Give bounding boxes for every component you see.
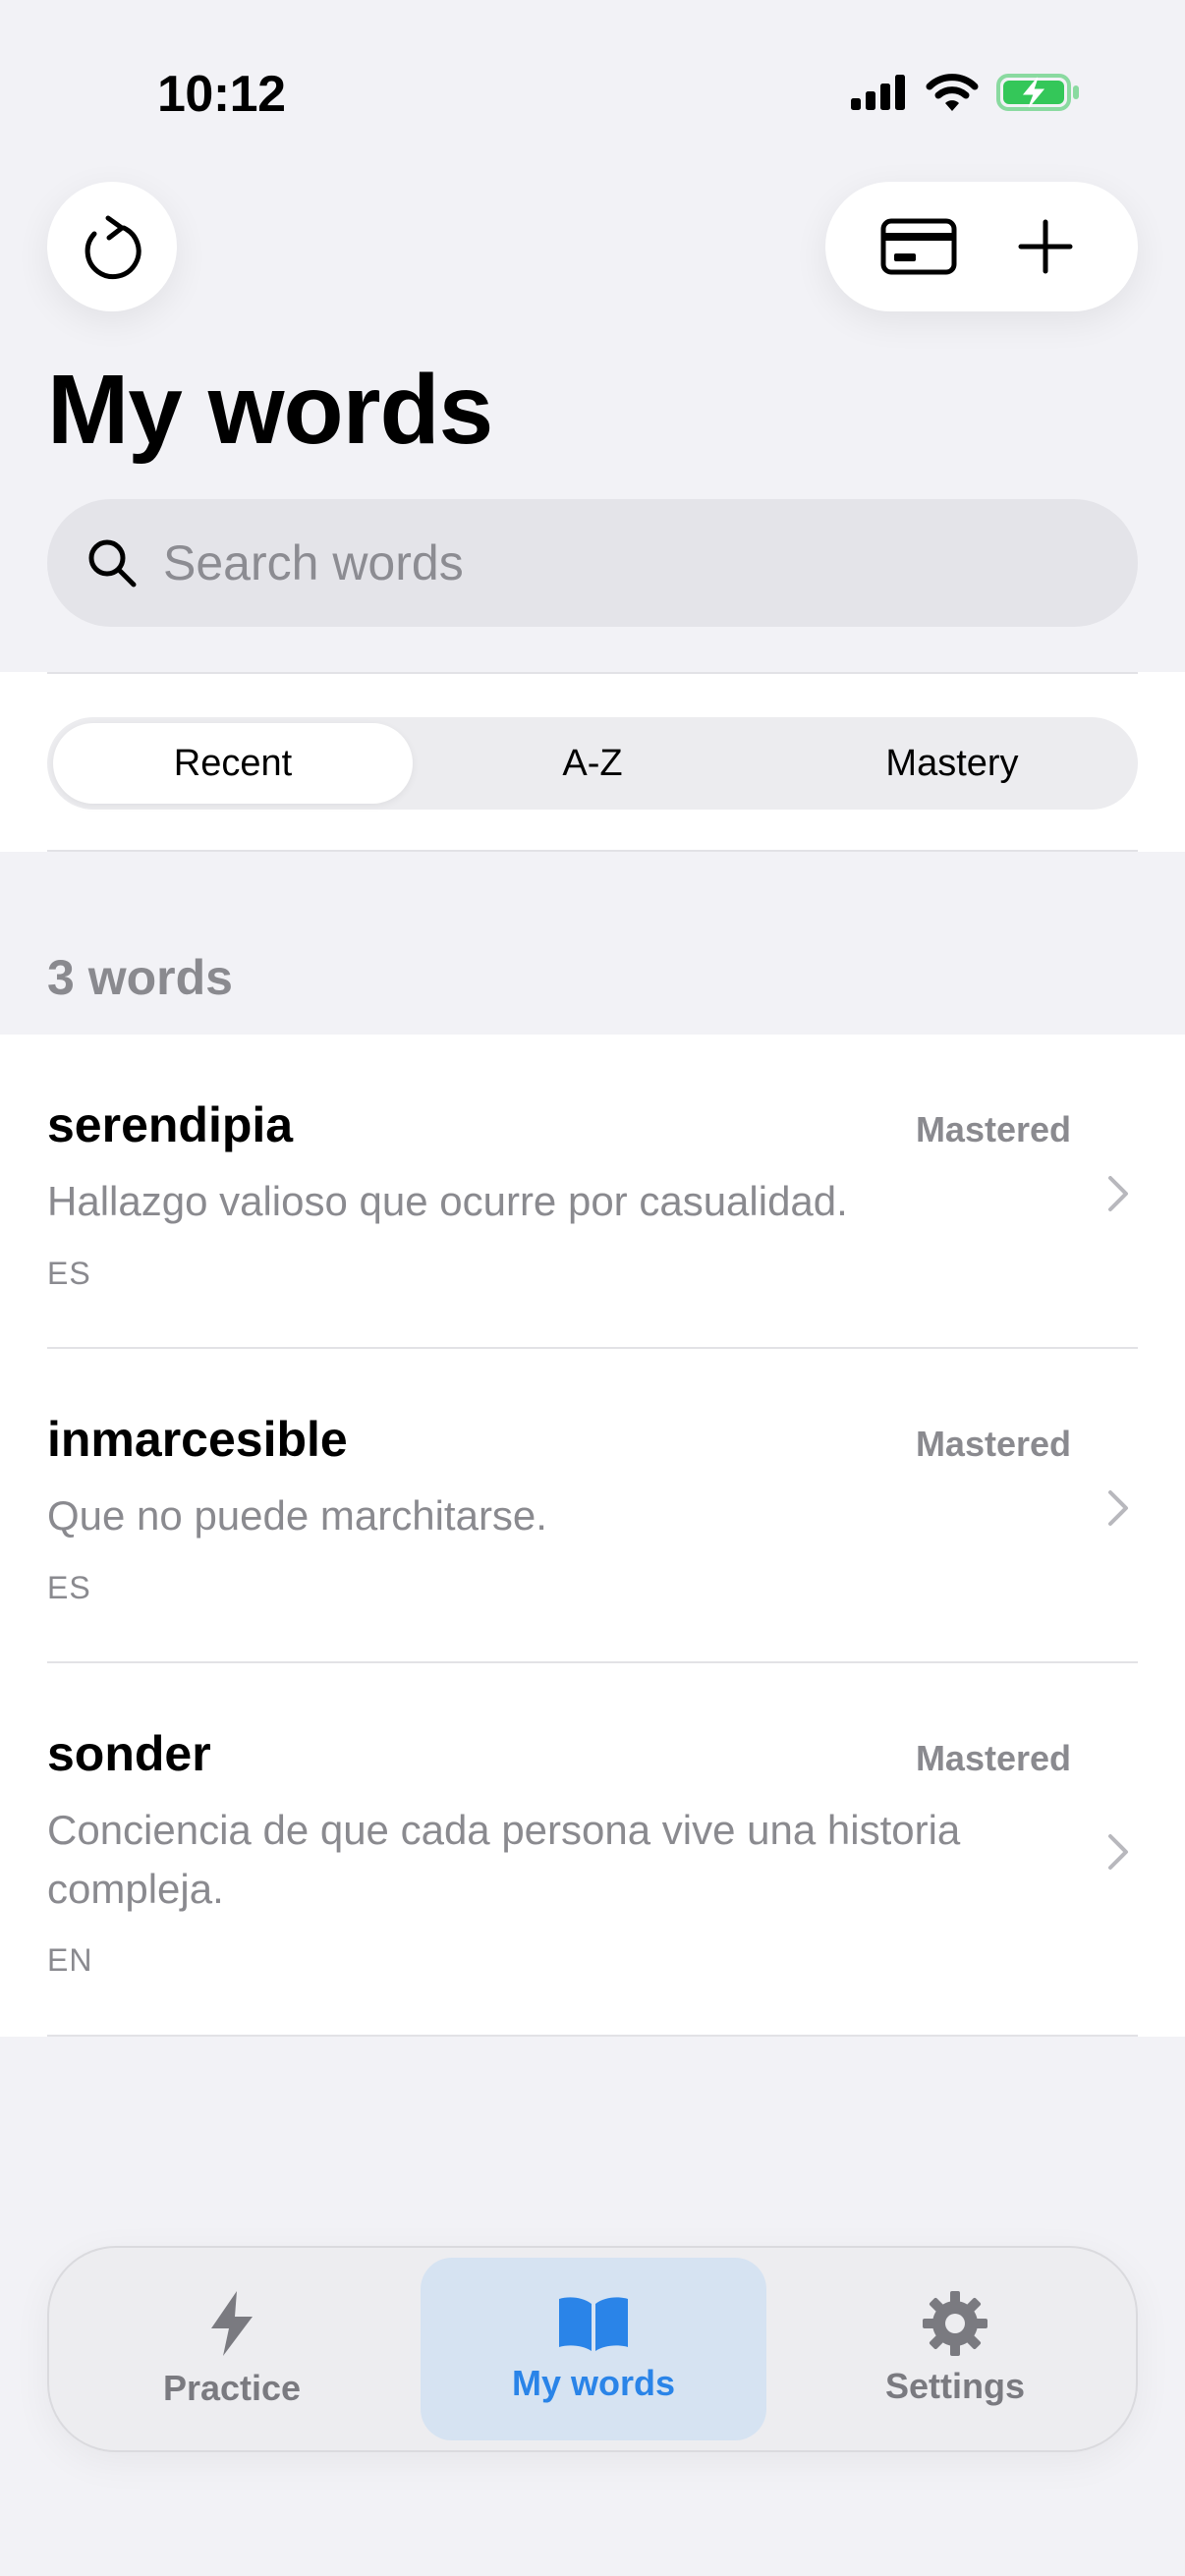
page-title: My words — [47, 355, 493, 465]
search-icon — [88, 539, 137, 588]
card-button[interactable] — [870, 197, 968, 296]
chevron-right-icon — [1099, 1174, 1138, 1213]
credit-card-icon — [880, 218, 956, 275]
word-row[interactable]: serendipia Mastered Hallazgo valioso que… — [0, 1035, 1185, 1349]
tab-practice[interactable]: Practice — [59, 2258, 405, 2440]
tab-bar: Practice My words Settings — [47, 2246, 1138, 2452]
cellular-signal-icon — [851, 75, 905, 110]
search-input[interactable] — [163, 534, 1047, 591]
mastery-status: Mastered — [915, 1424, 1071, 1464]
search-bar[interactable] — [47, 499, 1138, 627]
status-icons — [851, 73, 1081, 112]
sort-segmented-control: Recent A-Z Mastery — [47, 717, 1138, 810]
tab-label: Practice — [162, 2368, 302, 2408]
refresh-icon — [85, 215, 141, 280]
word-term: serendipia — [47, 1097, 294, 1152]
sort-option-a-z[interactable]: A-Z — [413, 723, 772, 804]
tab-label: Settings — [884, 2366, 1025, 2406]
sort-option-mastery[interactable]: Mastery — [772, 723, 1132, 804]
gear-icon — [923, 2291, 988, 2356]
sort-option-recent[interactable]: Recent — [53, 723, 413, 804]
word-term: sonder — [47, 1726, 211, 1781]
word-row[interactable]: inmarcesible Mastered Que no puede march… — [0, 1349, 1185, 1663]
chevron-right-icon — [1099, 1832, 1138, 1872]
book-icon — [559, 2297, 628, 2351]
plus-icon — [1018, 219, 1072, 274]
wifi-icon — [926, 74, 979, 111]
status-time: 10:12 — [157, 66, 286, 123]
word-language: ES — [47, 1570, 91, 1605]
sort-section: Recent A-Z Mastery — [0, 672, 1185, 852]
tab-settings[interactable]: Settings — [782, 2258, 1128, 2440]
battery-charging-icon — [996, 74, 1079, 111]
word-term: inmarcesible — [47, 1412, 348, 1467]
word-row[interactable]: sonder Mastered Conciencia de que cada p… — [0, 1663, 1185, 2037]
refresh-button[interactable] — [47, 182, 177, 311]
mastery-status: Mastered — [915, 1109, 1071, 1149]
word-count: 3 words — [47, 950, 233, 1005]
divider — [47, 850, 1138, 852]
word-language: EN — [47, 1942, 93, 1978]
divider — [47, 672, 1138, 674]
word-language: ES — [47, 1256, 91, 1291]
tab-label: My words — [511, 2363, 676, 2403]
word-definition: Conciencia de que cada persona vive una … — [47, 1807, 961, 1912]
tab-my-words[interactable]: My words — [421, 2258, 766, 2440]
word-definition: Hallazgo valioso que ocurre por casualid… — [47, 1178, 848, 1224]
header-actions — [825, 182, 1138, 311]
status-bar: 10:12 — [0, 0, 1185, 187]
word-list: serendipia Mastered Hallazgo valioso que… — [0, 1035, 1185, 2037]
divider — [47, 2035, 1138, 2037]
word-definition: Que no puede marchitarse. — [47, 1492, 547, 1539]
mastery-status: Mastered — [915, 1738, 1071, 1778]
chevron-right-icon — [1099, 1488, 1138, 1528]
screen: 10:12 My words Search words Recent A-Z M… — [0, 0, 1185, 2576]
bolt-icon — [211, 2291, 253, 2356]
add-word-button[interactable] — [996, 197, 1095, 296]
